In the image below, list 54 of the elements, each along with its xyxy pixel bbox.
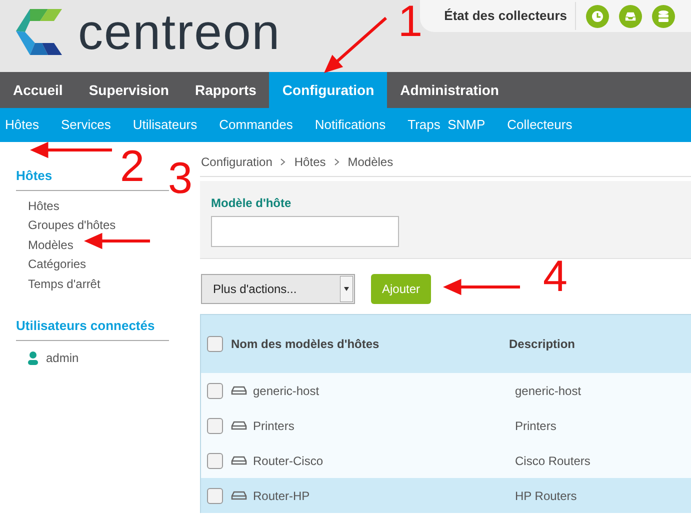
sidebar-item[interactable]: Temps d'arrêt: [28, 274, 169, 294]
table-cell-text: Printers: [253, 418, 296, 434]
checkbox[interactable]: [207, 488, 223, 504]
table-cell-text: generic-host: [253, 382, 320, 400]
annotation-arrow: [84, 232, 150, 250]
actions-select[interactable]: Plus d'actions...: [201, 274, 355, 304]
breadcrumb-link[interactable]: Hôtes: [294, 153, 326, 171]
chevron-icon: [334, 158, 340, 166]
filter-input[interactable]: [211, 216, 399, 247]
chevron-icon: [280, 158, 286, 166]
sidebar-item[interactable]: Groupes d'hôtes: [28, 216, 169, 236]
sidebar-item[interactable]: Catégories: [28, 255, 169, 274]
checkbox[interactable]: [207, 382, 223, 398]
main-nav-tab[interactable]: Rapports: [182, 72, 270, 108]
checkbox[interactable]: [207, 336, 223, 352]
checkbox[interactable]: [207, 418, 223, 434]
filter-label: Modèle d'hôte: [211, 195, 292, 212]
sidebar-item[interactable]: Hôtes: [28, 196, 169, 216]
collectors-label: État des collecteurs: [444, 2, 576, 30]
table-cell-text: Cisco Routers: [515, 452, 590, 470]
server-icon: [231, 456, 247, 465]
main-nav-tab[interactable]: Administration: [387, 72, 512, 108]
clock-icon[interactable]: [586, 4, 609, 28]
server-icon: [231, 491, 247, 500]
annotation-number: 1: [398, 0, 422, 44]
sidebar-heading: Utilisateurs connectés: [16, 316, 169, 340]
annotation-number: 4: [543, 255, 568, 299]
table-row[interactable]: Router-Cisco Cisco Routers: [201, 443, 691, 478]
table-cell-text: Router-HP: [253, 488, 311, 504]
user-icon: [28, 350, 38, 364]
annotation-arrow: [324, 16, 387, 73]
table-cell-text: generic-host: [515, 382, 582, 400]
table-row[interactable]: Printers Printers: [201, 408, 691, 443]
sidebar-item[interactable]: Modèles: [28, 236, 169, 255]
table-row[interactable]: Router-HP HP Routers: [201, 478, 691, 513]
annotation-number: 3: [168, 157, 192, 201]
table-row[interactable]: generic-host generic-host: [201, 373, 691, 408]
column-header: Description: [509, 336, 576, 353]
main-nav-tab[interactable]: Supervision: [76, 72, 182, 108]
table-cell-text: HP Routers: [515, 488, 577, 504]
checkbox[interactable]: [207, 452, 223, 468]
user-name: admin: [46, 350, 79, 366]
table-cell-text: Router-Cisco: [253, 452, 324, 470]
caret-icon: [340, 276, 353, 302]
breadcrumb-link[interactable]: Configuration: [201, 153, 272, 171]
table-cell-text: Printers: [515, 418, 556, 434]
server-icon: [231, 386, 247, 395]
server-icon: [231, 421, 247, 430]
column-header: Nom des modèles d'hôtes: [231, 336, 380, 353]
main-nav-tab[interactable]: Accueil: [0, 72, 76, 108]
database-icon[interactable]: [652, 4, 675, 28]
breadcrumb-link[interactable]: Modèles: [348, 153, 394, 171]
logo-text: centreon: [78, 7, 281, 57]
inbox-icon[interactable]: [619, 4, 642, 28]
